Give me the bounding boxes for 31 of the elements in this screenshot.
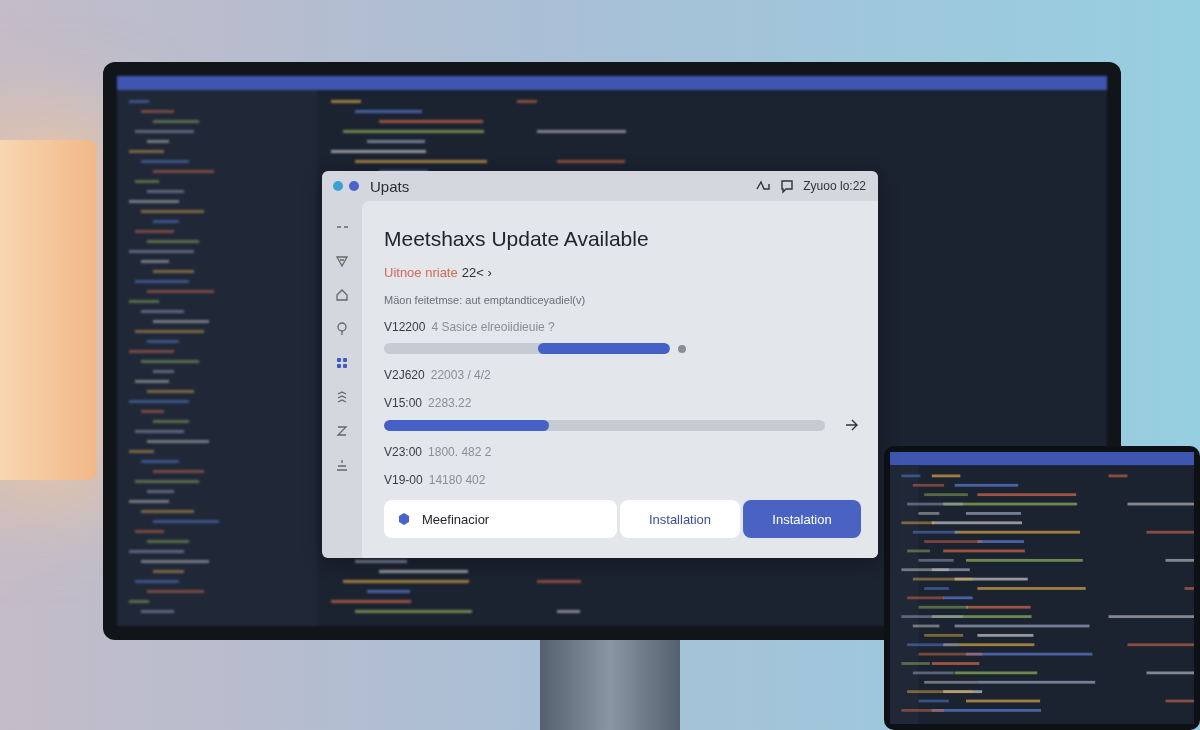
update-detail: 2283.22 — [428, 396, 472, 410]
window-dots-icon — [332, 180, 362, 192]
version-label: V2J620 — [384, 368, 425, 382]
version-label: V12200 — [384, 320, 426, 334]
grid-icon[interactable] — [334, 355, 350, 371]
update-detail: 1800. 482 2 — [428, 445, 492, 459]
dialog-heading: Meetshaxs Update Available — [384, 227, 650, 251]
update-detail: 4 Sasice elreoiidieuie ? — [431, 320, 555, 334]
arrow-right-icon — [845, 419, 859, 431]
install-button[interactable]: Installation — [620, 500, 740, 538]
wave-icon — [755, 179, 772, 193]
option-button[interactable]: Meefinacior — [384, 500, 617, 538]
chat-icon — [779, 178, 796, 194]
install-button[interactable]: Instalation — [743, 500, 861, 538]
subtitle-text: Uitnoe nriate — [384, 265, 458, 280]
clock-text: Zyuoo lo:22 — [803, 179, 866, 193]
line-icon[interactable] — [334, 457, 350, 473]
zigzag-icon[interactable] — [334, 423, 350, 439]
triangle-icon[interactable] — [334, 253, 350, 269]
bulb-icon[interactable] — [334, 321, 350, 337]
description-text: Mäon feitetmse: aut emptandticeyadiel(v) — [384, 294, 587, 306]
version-label: V23:00 — [384, 445, 423, 459]
status-dot — [678, 344, 686, 353]
update-detail: 14180 402 — [428, 473, 486, 487]
version-link[interactable]: 22< › — [461, 265, 492, 280]
version-label: V19-00 — [384, 473, 423, 487]
version-label: V15:00 — [384, 396, 423, 410]
home-icon[interactable] — [334, 287, 350, 303]
update-detail: 22003 / 4/2 — [430, 368, 491, 382]
window-title: Upats — [370, 177, 410, 195]
hexagon-icon — [398, 512, 410, 526]
